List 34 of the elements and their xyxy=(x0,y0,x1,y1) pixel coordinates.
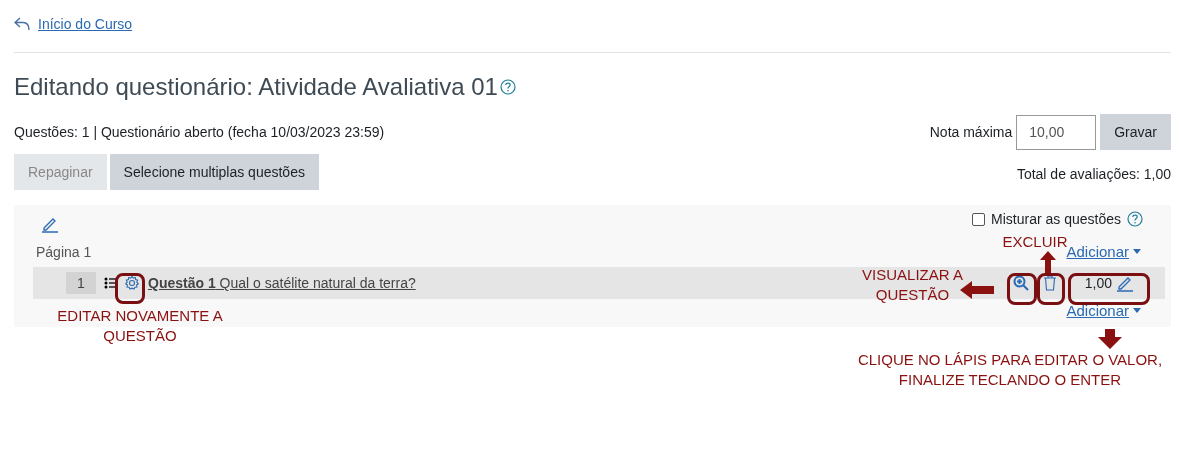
page-heading: Página 1 xyxy=(36,243,92,260)
save-button[interactable]: Gravar xyxy=(1100,114,1171,150)
question-number: 1 xyxy=(66,272,96,294)
shuffle-checkbox[interactable] xyxy=(972,212,986,226)
help-icon[interactable] xyxy=(1127,211,1143,227)
quiz-summary: Questões: 1 | Questionário aberto (fecha 10/03/2023 23:59) xyxy=(14,124,385,140)
add-menu-link[interactable]: Adicionar xyxy=(1066,302,1141,319)
course-home-link[interactable]: Início do Curso xyxy=(38,16,133,32)
select-multiple-button[interactable]: Selecione multiplas questões xyxy=(109,154,319,190)
highlight-outline xyxy=(115,273,145,304)
page-title: Editando questionário: Atividade Avaliativa 01 xyxy=(14,73,498,101)
annotation-arrow xyxy=(1040,251,1056,273)
annotation-text: CLIQUE NO LÁPIS PARA EDITAR O VALOR, FINALIZE TECLANDO O ENTER xyxy=(856,350,1164,390)
gear-icon[interactable] xyxy=(124,275,140,291)
annotation-text: EDITAR NOVAMENTE A QUESTÃO xyxy=(56,306,224,346)
question-link[interactable]: Questão 1 Qual o satélite natural da terra? xyxy=(148,275,416,291)
caret-icon xyxy=(1133,249,1141,254)
grade-total: Total de avaliações: 1,00 xyxy=(1016,166,1171,182)
add-menu-link[interactable]: Adicionar xyxy=(1066,243,1141,260)
help-icon[interactable] xyxy=(499,79,516,95)
list-icon xyxy=(104,277,118,289)
shuffle-label: Misturar as questões xyxy=(991,211,1121,227)
annotation-arrow xyxy=(1098,329,1122,349)
caret-icon xyxy=(1133,308,1141,313)
reply-arrow-icon xyxy=(14,17,30,31)
annotation-text: VISUALIZAR A QUESTÃO xyxy=(861,265,964,305)
highlight-outline xyxy=(1007,273,1037,305)
question-mark-value: 1,00 xyxy=(1084,275,1112,291)
trash-icon[interactable] xyxy=(1042,275,1057,291)
max-grade-field[interactable]: 10,00 xyxy=(1016,114,1097,150)
annotation-arrow xyxy=(960,281,994,299)
highlight-outline xyxy=(1037,273,1065,305)
max-grade-label: Nota máxima xyxy=(929,124,1013,140)
zoom-in-icon[interactable] xyxy=(1012,275,1029,291)
